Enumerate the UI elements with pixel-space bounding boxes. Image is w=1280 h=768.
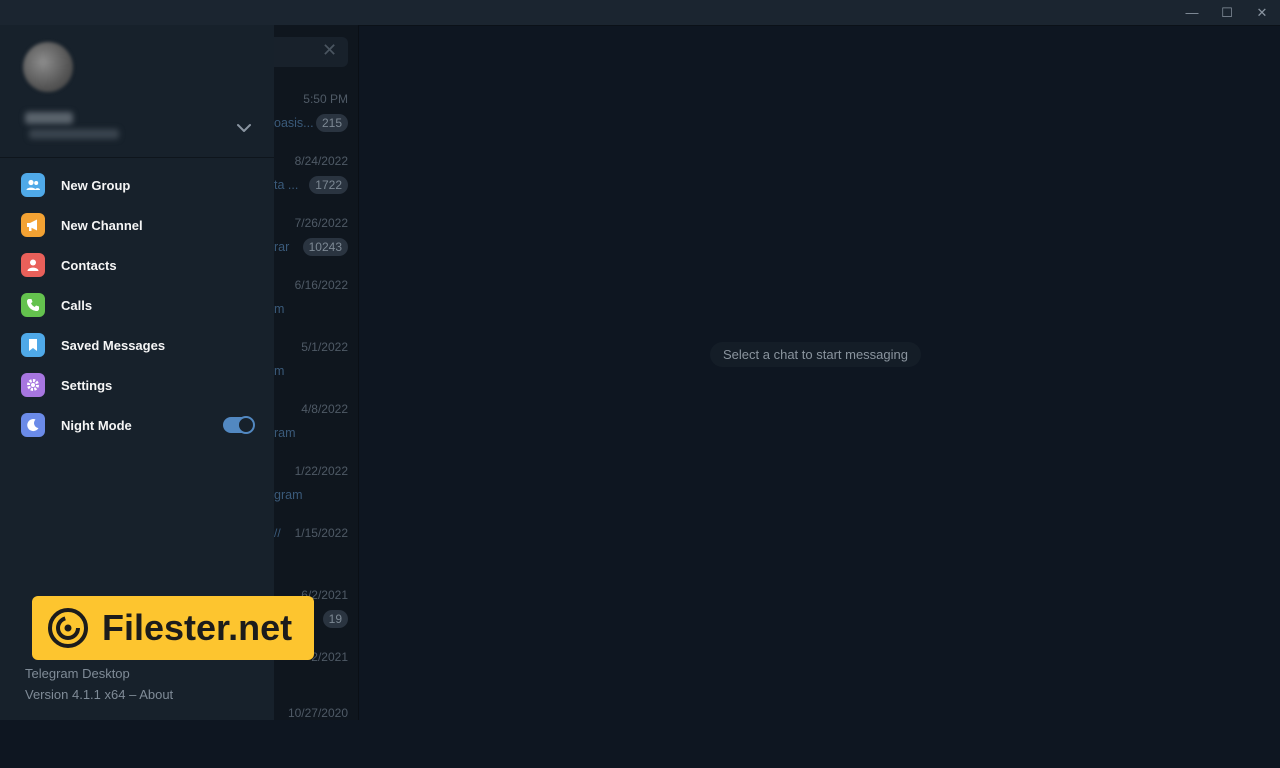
minimize-button[interactable]: — xyxy=(1172,0,1212,25)
search-clear-icon[interactable]: ✕ xyxy=(322,40,337,61)
filester-logo-icon xyxy=(48,608,88,648)
chat-time: 6/16/2022 xyxy=(294,278,348,292)
chat-snippet: oasis... xyxy=(274,116,314,130)
moon-icon xyxy=(21,413,45,437)
night-mode-toggle[interactable] xyxy=(223,416,255,434)
chat-row[interactable]: 6/16/2022 m xyxy=(274,278,358,340)
chat-snippet: m xyxy=(274,302,285,316)
menu-item-calls[interactable]: Calls xyxy=(0,285,274,325)
menu-label: New Group xyxy=(61,177,131,193)
phone-icon xyxy=(21,293,45,317)
divider xyxy=(0,157,274,158)
chat-row[interactable]: 4/8/2022 ram xyxy=(274,402,358,464)
menu-item-new-channel[interactable]: New Channel xyxy=(0,205,274,245)
chat-snippet: gram xyxy=(274,488,303,502)
menu-item-new-group[interactable]: New Group xyxy=(0,165,274,205)
title-bar: — ☐ ✕ xyxy=(0,0,1280,26)
menu-label: Settings xyxy=(61,377,113,393)
chat-row[interactable]: 7/26/2022 rar 10243 xyxy=(274,216,358,278)
app-name: Telegram Desktop xyxy=(25,666,130,681)
chat-row[interactable]: 8/24/2022 ta ... 1722 xyxy=(274,154,358,216)
group-icon xyxy=(21,173,45,197)
unread-badge: 215 xyxy=(315,114,348,132)
bookmark-icon xyxy=(21,333,45,357)
chat-time: 7/26/2022 xyxy=(294,216,348,230)
chat-time: 2/2021 xyxy=(311,650,348,664)
profile-phone-blurred xyxy=(29,129,119,139)
chat-time: 1/22/2022 xyxy=(294,464,348,478)
chat-time: 4/8/2022 xyxy=(301,402,348,416)
chat-snippet: m xyxy=(274,364,285,378)
version-about-link[interactable]: Version 4.1.1 x64 – About xyxy=(25,687,173,702)
watermark-badge: Filester.net xyxy=(32,596,314,660)
double-check-icon: // xyxy=(274,526,281,540)
watermark-text: Filester.net xyxy=(102,607,293,648)
chat-row[interactable]: // 1/15/2022 xyxy=(274,526,358,588)
menu-label: Calls xyxy=(61,297,93,313)
close-window-button[interactable]: ✕ xyxy=(1242,0,1280,25)
chat-snippet: ram xyxy=(274,426,296,440)
menu-label: New Channel xyxy=(61,217,143,233)
menu-item-contacts[interactable]: Contacts xyxy=(0,245,274,285)
chat-row[interactable]: 5/1/2022 m xyxy=(274,340,358,402)
toggle-knob xyxy=(237,416,255,434)
chat-time: 10/27/2020 xyxy=(287,706,348,720)
chat-snippet: ta ... xyxy=(274,178,299,192)
unread-badge: 19 xyxy=(322,610,348,628)
profile-name-blurred xyxy=(25,112,73,124)
chat-snippet: rar xyxy=(274,240,290,254)
unread-badge: 1722 xyxy=(309,176,348,194)
unread-badge: 10243 xyxy=(302,238,348,256)
chevron-down-icon[interactable] xyxy=(236,120,252,136)
chat-time: 5/1/2022 xyxy=(301,340,348,354)
menu-item-night-mode[interactable]: Night Mode xyxy=(0,405,274,445)
chat-row[interactable]: 1/22/2022 gram xyxy=(274,464,358,526)
gear-icon xyxy=(21,373,45,397)
chat-row[interactable]: 10/27/2020 xyxy=(274,706,358,768)
menu-label: Night Mode xyxy=(61,417,132,433)
chat-time: 1/15/2022 xyxy=(294,526,348,540)
menu-label: Saved Messages xyxy=(61,337,166,353)
chat-time: 8/24/2022 xyxy=(294,154,348,168)
menu-item-saved-messages[interactable]: Saved Messages xyxy=(0,325,274,365)
person-icon xyxy=(21,253,45,277)
maximize-button[interactable]: ☐ xyxy=(1207,0,1247,25)
empty-chat-placeholder: Select a chat to start messaging xyxy=(710,342,921,367)
megaphone-icon xyxy=(21,213,45,237)
avatar[interactable] xyxy=(23,42,73,92)
chat-time: 5:50 PM xyxy=(303,92,348,106)
menu-label: Contacts xyxy=(61,257,117,273)
chat-row[interactable]: 5:50 PM oasis... 215 xyxy=(274,92,358,154)
menu-item-settings[interactable]: Settings xyxy=(0,365,274,405)
